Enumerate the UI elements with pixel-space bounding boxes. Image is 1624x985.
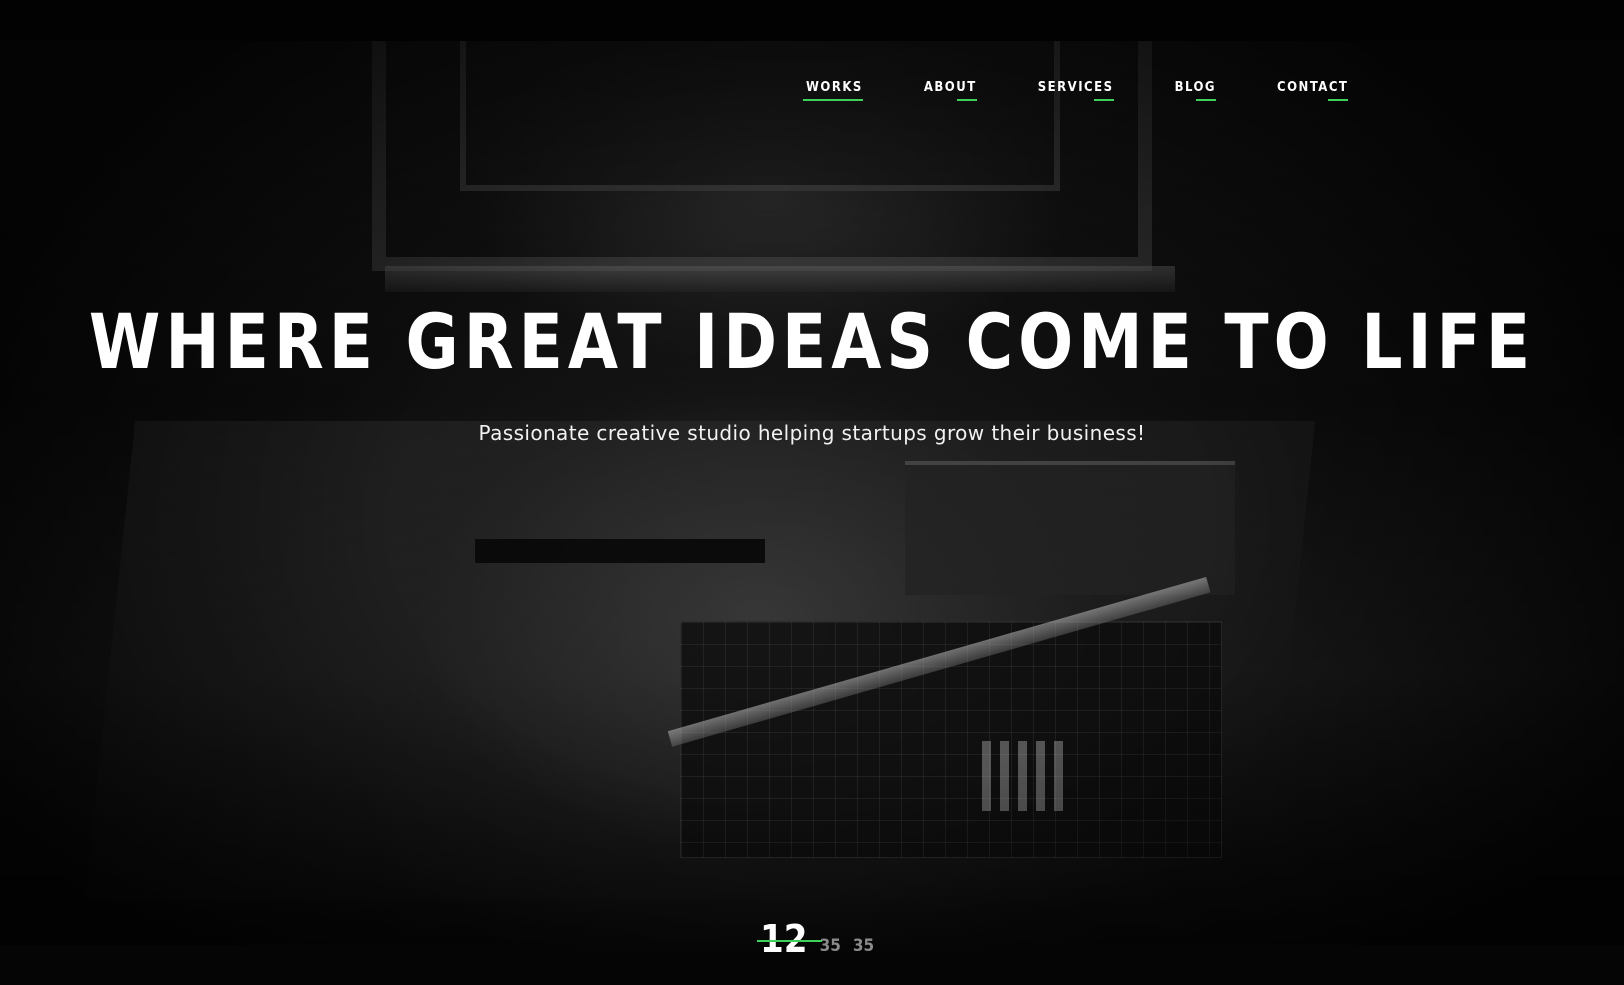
counter-item[interactable]: 35 [853, 936, 874, 958]
nav-underline [956, 99, 977, 101]
main-navigation: WORKS ABOUT SERVICES BLOG CONTACT [803, 80, 1349, 101]
counter-accent-line [757, 940, 822, 942]
nav-item-label: WORKS [806, 80, 863, 95]
nav-item-about[interactable]: ABOUT [924, 80, 977, 101]
counter-current[interactable]: 12 [757, 917, 822, 961]
nav-item-label: ABOUT [923, 80, 977, 95]
counter-current-value: 12 [760, 917, 808, 961]
nav-underline [1328, 99, 1349, 101]
nav-underline [1196, 99, 1217, 101]
nav-item-works[interactable]: WORKS [803, 80, 863, 101]
slide-counter: 12 35 35 [757, 917, 874, 961]
nav-item-label: BLOG [1174, 80, 1217, 95]
vignette-overlay [0, 41, 1624, 945]
nav-item-services[interactable]: SERVICES [1038, 80, 1114, 101]
hero-subtitle: Passionate creative studio helping start… [478, 421, 1146, 445]
hero-title: WHERE GREAT IDEAS COME TO LIFE [88, 297, 1536, 387]
nav-item-label: SERVICES [1037, 80, 1114, 95]
hero-background-image [0, 41, 1624, 945]
active-underline [803, 99, 863, 101]
nav-item-label: CONTACT [1277, 80, 1349, 95]
nav-underline [1093, 99, 1114, 101]
counter-item[interactable]: 35 [820, 936, 841, 958]
page: WORKS ABOUT SERVICES BLOG CONTACT WHERE … [0, 0, 1624, 985]
nav-item-contact[interactable]: CONTACT [1277, 80, 1349, 101]
nav-item-blog[interactable]: BLOG [1174, 80, 1217, 101]
